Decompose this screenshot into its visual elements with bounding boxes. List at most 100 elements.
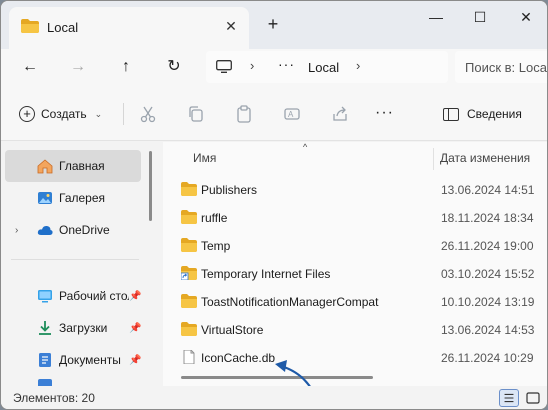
table-row[interactable]: Temporary Internet Files 03.10.2024 15:5… (163, 260, 547, 288)
sidebar-item-home[interactable]: Главная (5, 150, 141, 182)
details-pane-icon (443, 107, 459, 121)
pin-icon[interactable]: 📌 (129, 323, 141, 334)
file-date: 26.11.2024 10:29 (441, 351, 534, 365)
plus-icon: + (19, 106, 35, 122)
sidebar-item-documents[interactable]: Документы 📌 (5, 344, 141, 376)
documents-icon (39, 353, 51, 367)
gallery-icon (38, 192, 52, 204)
pin-icon[interactable]: 📌 (129, 355, 141, 366)
download-icon (39, 321, 51, 335)
chevron-right-icon[interactable]: › (15, 225, 18, 236)
column-headers: ^ Имя Дата изменения (163, 142, 547, 174)
sidebar-item-label: Загрузки (59, 321, 108, 335)
paste-icon[interactable] (235, 105, 253, 123)
breadcrumb-overflow[interactable]: ··· (278, 56, 295, 72)
create-label: Создать (41, 107, 87, 121)
item-count: Элементов: 20 (13, 391, 95, 405)
sidebar-item-gallery[interactable]: Галерея (5, 182, 141, 214)
file-date: 03.10.2024 15:52 (441, 267, 535, 281)
computer-icon (216, 60, 232, 73)
maximize-button[interactable]: ☐ (457, 1, 503, 35)
folder-icon (21, 19, 39, 33)
file-name: VirtualStore (201, 323, 264, 337)
sort-ascending-icon: ^ (303, 142, 308, 152)
navigation-pane: Главная Галерея › OneDrive Рабочий стол … (1, 142, 149, 386)
rename-icon[interactable]: A (283, 105, 301, 123)
folder-shortcut-icon (181, 266, 197, 280)
sidebar-item-label: Главная (59, 159, 105, 173)
share-icon[interactable] (331, 105, 349, 123)
sidebar-item-onedrive[interactable]: › OneDrive (5, 214, 141, 246)
folder-icon (181, 294, 197, 308)
create-button[interactable]: + Создать ⌄ (19, 103, 102, 125)
search-placeholder: Поиск в: Local (465, 60, 548, 75)
close-tab-icon[interactable]: ✕ (221, 16, 241, 36)
column-name[interactable]: Имя (193, 151, 216, 165)
search-box[interactable]: Поиск в: Local (455, 51, 548, 83)
tab-strip: Local ✕ + — ☐ ✕ (1, 1, 547, 49)
sidebar-item-label: Галерея (59, 191, 106, 205)
svg-text:A: A (288, 110, 294, 119)
file-date: 13.06.2024 14:53 (441, 323, 535, 337)
chevron-right-icon[interactable]: › (250, 58, 254, 73)
file-name: Temp (201, 239, 231, 253)
details-view-icon[interactable] (499, 389, 519, 407)
breadcrumb-current[interactable]: Local (308, 60, 339, 75)
folder-icon (181, 182, 197, 196)
new-tab-button[interactable]: + (263, 15, 283, 35)
pin-icon[interactable]: 📌 (129, 291, 141, 302)
sidebar-item-label: Документы (59, 353, 121, 367)
navigation-bar: ← → ↑ ↻ › ··· Local › Поиск в: Local (1, 49, 548, 85)
address-bar[interactable]: › ··· Local › (206, 51, 448, 83)
close-button[interactable]: ✕ (503, 1, 547, 35)
chevron-down-icon: ⌄ (94, 108, 103, 119)
up-button[interactable]: ↑ (113, 54, 139, 80)
table-row[interactable]: Temp 26.11.2024 19:00 (163, 232, 547, 260)
forward-button[interactable]: → (65, 54, 91, 80)
tab-title: Local (47, 20, 79, 35)
cloud-icon (37, 225, 53, 235)
folder-icon (181, 238, 197, 252)
file-date: 26.11.2024 19:00 (441, 239, 534, 253)
copy-icon[interactable] (187, 105, 205, 123)
sidebar-item-partial[interactable] (5, 376, 141, 386)
tab-local[interactable]: Local ✕ (9, 7, 249, 49)
tiles-view-icon[interactable] (523, 389, 543, 407)
file-icon (183, 350, 195, 364)
sidebar-item-label: OneDrive (59, 223, 110, 237)
file-name: Publishers (201, 183, 258, 197)
folder-icon (38, 379, 52, 386)
cut-icon[interactable] (139, 105, 157, 123)
file-list: ^ Имя Дата изменения Publishers 13.06.20… (163, 142, 547, 386)
table-row[interactable]: IconCache.db 26.11.2024 10:29 (163, 344, 547, 372)
details-button[interactable]: Сведения (443, 107, 522, 121)
desktop-icon (38, 290, 52, 303)
table-row[interactable]: ToastNotificationManagerCompat 10.10.202… (163, 288, 547, 316)
command-bar: + Создать ⌄ A ··· Сведения (1, 85, 547, 141)
table-row[interactable]: Publishers 13.06.2024 14:51 (163, 176, 547, 204)
minimize-button[interactable]: — (413, 1, 459, 35)
folder-icon (181, 210, 197, 224)
sidebar-item-desktop[interactable]: Рабочий стол 📌 (5, 280, 141, 312)
refresh-button[interactable]: ↻ (161, 54, 187, 80)
sidebar-scrollbar[interactable] (149, 151, 152, 221)
sidebar-item-label: Рабочий стол (59, 289, 129, 303)
chevron-right-icon[interactable]: › (356, 58, 360, 73)
status-bar: Элементов: 20 (1, 386, 547, 409)
file-name: ToastNotificationManagerCompat (201, 295, 379, 309)
column-separator[interactable] (433, 148, 434, 170)
more-options-button[interactable]: ··· (375, 104, 394, 122)
file-date: 13.06.2024 14:51 (441, 183, 535, 197)
table-row[interactable]: ruffle 18.11.2024 18:34 (163, 204, 547, 232)
sidebar-divider (11, 259, 139, 260)
file-date: 18.11.2024 18:34 (441, 211, 534, 225)
column-date-modified[interactable]: Дата изменения (440, 151, 530, 165)
folder-icon (181, 322, 197, 336)
file-date: 10.10.2024 13:19 (441, 295, 535, 309)
explorer-window: Local ✕ + — ☐ ✕ ← → ↑ ↻ › ··· Local › По… (0, 0, 548, 410)
table-row[interactable]: VirtualStore 13.06.2024 14:53 (163, 316, 547, 344)
back-button[interactable]: ← (17, 54, 43, 80)
sidebar-item-downloads[interactable]: Загрузки 📌 (5, 312, 141, 344)
details-label: Сведения (467, 107, 522, 121)
file-name: ruffle (201, 211, 228, 225)
